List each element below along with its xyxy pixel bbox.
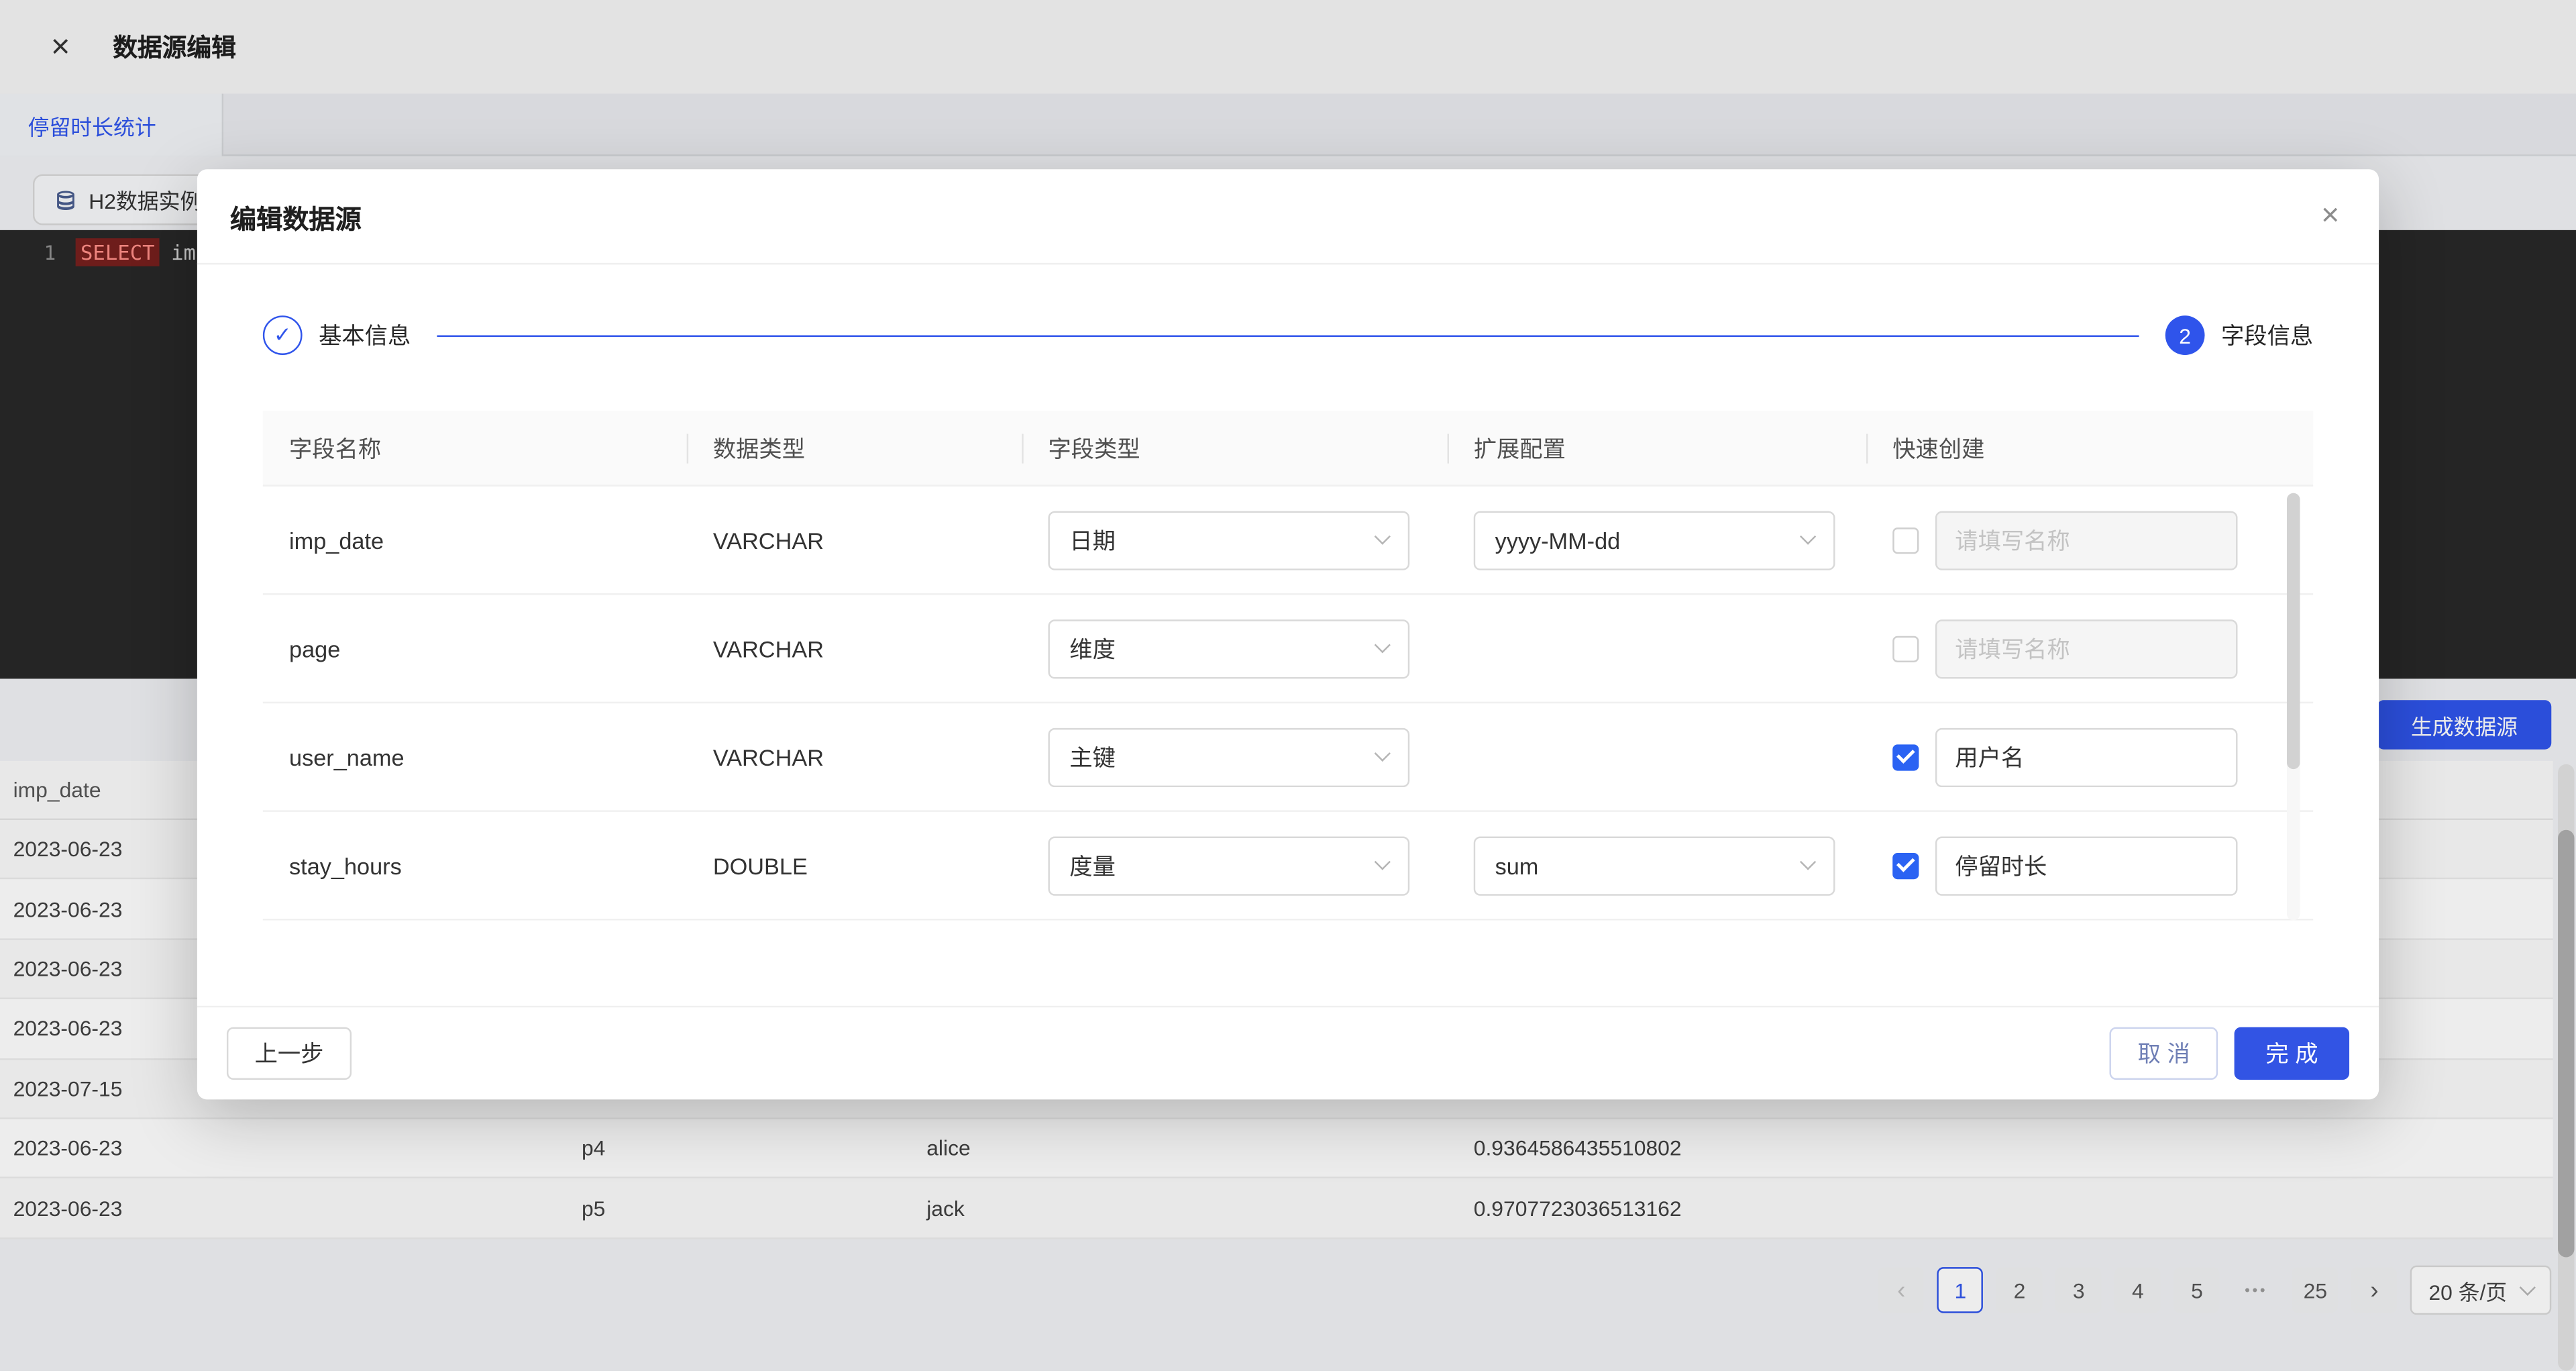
steps: ✓ 基本信息 2 字段信息 (263, 315, 2313, 355)
step1-label: 基本信息 (319, 319, 411, 352)
field-type-select[interactable]: 维度 (1048, 619, 1409, 678)
field-row: stay_hours DOUBLE 度量 sum (263, 812, 2313, 921)
field-datatype: VARCHAR (687, 703, 1022, 810)
fields-table-header: 字段名称 数据类型 字段类型 扩展配置 快速创建 (263, 411, 2313, 487)
cancel-button[interactable]: 取 消 (2110, 1027, 2218, 1080)
modal-header: 编辑数据源 × (197, 169, 2379, 264)
fields-table: 字段名称 数据类型 字段类型 扩展配置 快速创建 imp_date VARCHA… (263, 411, 2313, 920)
previous-step-button[interactable]: 上一步 (227, 1027, 352, 1080)
quick-create-checkbox[interactable] (1892, 636, 1919, 662)
field-name: page (263, 595, 687, 702)
col-data-type: 数据类型 (687, 411, 1022, 485)
ext-config-select[interactable]: sum (1474, 835, 1835, 895)
col-field-type: 字段类型 (1022, 411, 1447, 485)
scrollbar-thumb[interactable] (2287, 493, 2300, 769)
field-type-select[interactable]: 主键 (1048, 727, 1409, 786)
chevron-down-icon (1375, 854, 1391, 870)
chevron-down-icon (1375, 528, 1391, 544)
field-row: imp_date VARCHAR 日期 yyyy-MM-dd (263, 487, 2313, 595)
modal-title: 编辑数据源 (230, 197, 362, 236)
quick-create-checkbox[interactable] (1892, 852, 1919, 878)
col-quick-create: 快速创建 (1866, 411, 2313, 485)
field-datatype: VARCHAR (687, 487, 1022, 593)
field-row: page VARCHAR 维度 (263, 595, 2313, 704)
field-row: user_name VARCHAR 主键 (263, 703, 2313, 812)
chevron-down-icon (1800, 528, 1816, 544)
field-type-select[interactable]: 日期 (1048, 510, 1409, 569)
chevron-down-icon (1375, 637, 1391, 653)
step2-number: 2 (2165, 315, 2205, 355)
field-name: user_name (263, 703, 687, 810)
quick-create-checkbox[interactable] (1892, 744, 1919, 770)
quick-create-input[interactable] (1935, 510, 2238, 569)
chevron-down-icon (1375, 746, 1391, 762)
field-datatype: DOUBLE (687, 812, 1022, 919)
table-scrollbar[interactable] (2287, 493, 2300, 921)
col-field-name: 字段名称 (263, 411, 687, 485)
ext-config-select[interactable]: yyyy-MM-dd (1474, 510, 1835, 569)
field-type-select[interactable]: 度量 (1048, 835, 1409, 895)
step1-check-icon: ✓ (263, 315, 303, 355)
step-connector-line (437, 334, 2139, 336)
field-name: stay_hours (263, 812, 687, 919)
chevron-down-icon (1800, 854, 1816, 870)
field-name: imp_date (263, 487, 687, 593)
finish-button[interactable]: 完 成 (2235, 1027, 2349, 1080)
quick-create-checkbox[interactable] (1892, 527, 1919, 553)
app-root: × 数据源编辑 停留时长统计 H2数据实例 1 SELECTimp 生成数据源 … (0, 0, 2576, 1370)
step2-label: 字段信息 (2221, 319, 2313, 352)
quick-create-input[interactable] (1935, 835, 2238, 895)
quick-create-input[interactable] (1935, 619, 2238, 678)
modal-footer: 上一步 取 消 完 成 (197, 1006, 2379, 1100)
field-datatype: VARCHAR (687, 595, 1022, 702)
edit-datasource-modal: 编辑数据源 × ✓ 基本信息 2 字段信息 字段名称 数据类型 字段类型 扩展配… (197, 169, 2379, 1099)
close-icon[interactable]: × (2321, 201, 2339, 232)
quick-create-input[interactable] (1935, 727, 2238, 786)
col-ext-config: 扩展配置 (1448, 411, 1866, 485)
